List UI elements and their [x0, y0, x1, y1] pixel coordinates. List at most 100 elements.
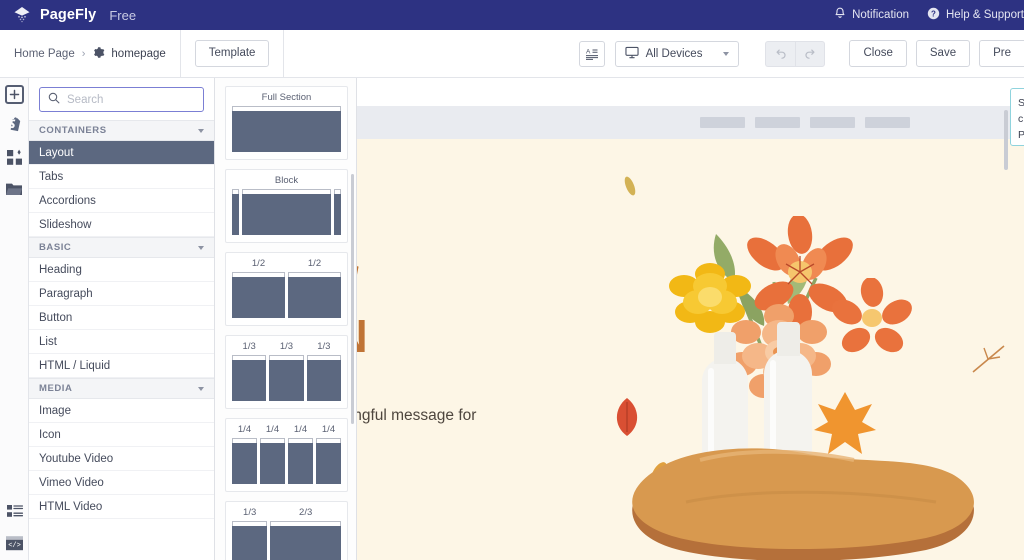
thumb-title: Block — [274, 175, 299, 186]
element-item-image[interactable]: Image — [29, 399, 214, 423]
device-selector[interactable]: All Devices — [614, 40, 740, 67]
group-title-media: MEDIA — [39, 383, 73, 394]
layout-thumb-thirds[interactable]: 1/3 1/3 1/3 — [225, 335, 348, 409]
element-item-button[interactable]: Button — [29, 306, 214, 330]
canvas-site-nav[interactable] — [357, 106, 1024, 139]
nav-placeholder-item[interactable] — [865, 117, 910, 128]
canvas-top-strip — [357, 78, 1024, 106]
thumb-cell — [288, 272, 341, 318]
element-item-layout[interactable]: Layout — [29, 141, 214, 165]
thumb-cell — [270, 521, 341, 560]
layer-list-icon[interactable] — [4, 500, 26, 522]
breadcrumb-separator: › — [81, 47, 86, 60]
element-label: Tabs — [39, 170, 64, 183]
hero-body-line-1: meaningful message for — [357, 407, 477, 424]
breadcrumb-current-page[interactable]: homepage — [92, 46, 166, 62]
hero-body-text[interactable]: meaningful message for g — [357, 401, 611, 461]
layout-thumb-full-section[interactable]: Full Section — [225, 86, 348, 160]
element-item-html-video[interactable]: HTML Video — [29, 495, 214, 519]
hero-script-heading[interactable]: ng — [357, 247, 362, 307]
element-item-vimeo-video[interactable]: Vimeo Video — [29, 471, 214, 495]
chevron-down-icon — [198, 245, 204, 250]
thumb-label: 1/2 — [307, 258, 322, 269]
element-item-tabs[interactable]: Tabs — [29, 165, 214, 189]
thumb-cell — [232, 355, 267, 401]
page-canvas[interactable]: ng SON meaningful message for g — [357, 78, 1024, 560]
element-item-accordions[interactable]: Accordions — [29, 189, 214, 213]
element-label: Youtube Video — [39, 452, 114, 465]
svg-text:A: A — [586, 48, 591, 55]
element-item-paragraph[interactable]: Paragraph — [29, 282, 214, 306]
canvas-scrollbar[interactable] — [1004, 110, 1008, 170]
template-button[interactable]: Template — [194, 39, 270, 68]
left-rail-bottom: </> — [0, 500, 29, 554]
preview-button[interactable]: Pre — [979, 39, 1024, 68]
hero-section[interactable]: ng SON meaningful message for g — [357, 139, 1024, 560]
typography-icon[interactable]: A — [578, 40, 605, 67]
nav-placeholder-item[interactable] — [700, 117, 745, 128]
help-support-button[interactable]: ? Help & Support — [927, 7, 1024, 23]
desktop-monitor-icon — [624, 46, 639, 62]
thumb-cell — [260, 438, 285, 484]
element-label: Heading — [39, 263, 82, 276]
element-label: List — [39, 335, 57, 348]
redo-button[interactable] — [795, 40, 826, 67]
element-item-slideshow[interactable]: Slideshow — [29, 213, 214, 237]
primary-actions: Close Save Pre — [849, 39, 1024, 68]
toolbar-divider-2 — [283, 29, 285, 78]
layout-thumb-quarters[interactable]: 1/4 1/4 1/4 1/4 — [225, 418, 348, 492]
group-header-media[interactable]: MEDIA — [29, 378, 214, 399]
element-item-heading[interactable]: Heading — [29, 258, 214, 282]
thumb-labels: Block — [232, 175, 341, 187]
group-header-containers[interactable]: CONTAINERS — [29, 120, 214, 141]
search-box[interactable] — [39, 87, 204, 112]
thumb-labels: 1/3 1/3 1/3 — [232, 341, 341, 353]
breadcrumb-root[interactable]: Home Page — [14, 48, 75, 60]
element-item-html-liquid[interactable]: HTML / Liquid — [29, 354, 214, 378]
thumb-cell — [316, 438, 341, 484]
nav-placeholder-item[interactable] — [810, 117, 855, 128]
thumb-cell — [232, 272, 285, 318]
brand[interactable]: PageFly Free — [0, 5, 136, 25]
group-title-containers: CONTAINERS — [39, 125, 107, 136]
code-window-icon[interactable]: </> — [4, 532, 26, 554]
save-button[interactable]: Save — [915, 39, 971, 68]
bell-icon — [834, 7, 846, 23]
thumb-label: 1/4 — [293, 424, 308, 435]
hero-body-line-2: g — [357, 431, 611, 461]
hero-main-heading[interactable]: SON — [357, 309, 369, 363]
nav-placeholder-item[interactable] — [755, 117, 800, 128]
element-item-youtube-video[interactable]: Youtube Video — [29, 447, 214, 471]
brand-name: PageFly — [40, 7, 97, 23]
thumb-label: 1/3 — [279, 341, 294, 352]
svg-text:?: ? — [931, 9, 936, 18]
right-floating-panel[interactable]: S c P — [1010, 88, 1024, 146]
element-label: Button — [39, 311, 73, 324]
layout-thumb-block[interactable]: Block — [225, 169, 348, 243]
element-item-icon[interactable]: Icon — [29, 423, 214, 447]
left-icon-rail: </> — [0, 78, 29, 560]
sections-grid-icon[interactable] — [3, 146, 25, 168]
template-button-wrap: Template — [181, 39, 284, 68]
thumb-labels: 1/2 1/2 — [232, 258, 341, 270]
thumb-cell — [232, 438, 257, 484]
folder-open-icon[interactable] — [3, 178, 25, 200]
undo-button[interactable] — [765, 40, 796, 67]
shopify-bag-icon[interactable] — [3, 114, 25, 136]
thumb-cell-gutter-left — [232, 189, 239, 235]
search-wrapper — [29, 78, 214, 120]
layout-panel-scrollbar[interactable] — [351, 174, 354, 424]
add-element-icon[interactable] — [4, 85, 24, 104]
layout-thumb-half-half[interactable]: 1/2 1/2 — [225, 252, 348, 326]
element-item-list[interactable]: List — [29, 330, 214, 354]
thumb-cell — [306, 355, 342, 401]
thumb-labels: 1/4 1/4 1/4 1/4 — [232, 424, 341, 436]
thumb-label: 1/4 — [265, 424, 280, 435]
layout-thumb-third-twothirds[interactable]: 1/3 2/3 — [225, 501, 348, 560]
group-header-basic[interactable]: BASIC — [29, 237, 214, 258]
search-input[interactable] — [67, 93, 195, 106]
notification-button[interactable]: Notification — [834, 7, 909, 23]
falling-leaf-red-icon — [616, 398, 638, 436]
close-button[interactable]: Close — [849, 39, 907, 68]
thumb-label: 1/4 — [237, 424, 252, 435]
